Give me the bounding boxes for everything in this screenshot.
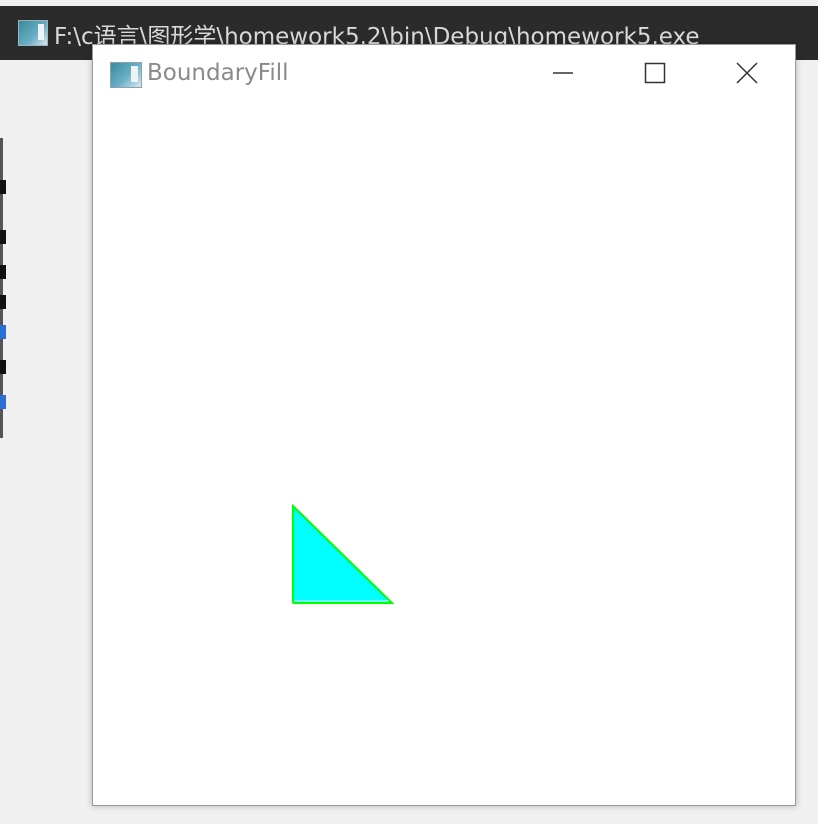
app-window-icon bbox=[18, 20, 48, 46]
text-fragment bbox=[0, 325, 6, 339]
minimize-icon bbox=[553, 72, 573, 74]
window-title: BoundaryFill bbox=[147, 60, 289, 86]
text-fragment bbox=[0, 295, 6, 309]
text-fragment bbox=[0, 360, 6, 374]
app-titlebar[interactable]: BoundaryFill bbox=[93, 45, 795, 101]
text-fragment bbox=[0, 230, 6, 244]
text-fragment bbox=[0, 265, 6, 279]
maximize-button[interactable] bbox=[609, 45, 701, 101]
close-button[interactable] bbox=[701, 45, 793, 101]
minimize-button[interactable] bbox=[517, 45, 609, 101]
maximize-icon bbox=[644, 62, 666, 84]
app-window-icon bbox=[110, 62, 142, 88]
drawing-canvas[interactable] bbox=[93, 101, 795, 805]
text-fragment bbox=[0, 180, 6, 194]
text-fragment bbox=[0, 395, 6, 409]
console-body bbox=[0, 60, 92, 824]
boundaryfill-window: BoundaryFill bbox=[92, 44, 796, 806]
canvas-drawing bbox=[292, 503, 395, 604]
close-icon bbox=[736, 62, 758, 84]
